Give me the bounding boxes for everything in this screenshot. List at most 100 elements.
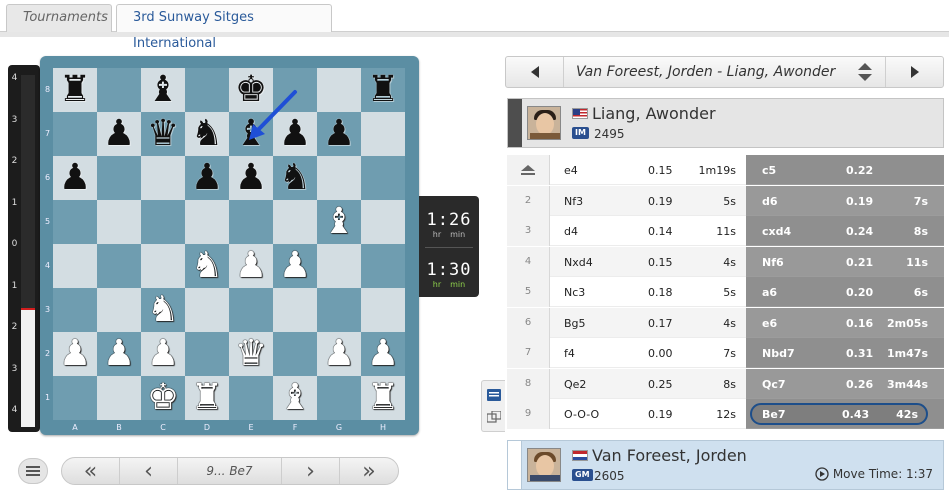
square-h8[interactable]: ♜: [361, 68, 405, 112]
square-f8[interactable]: [273, 68, 317, 112]
black-move-cell[interactable]: Qc7 0.26 3m44s: [746, 368, 944, 399]
square-f7[interactable]: ♟: [273, 112, 317, 156]
square-b2[interactable]: ♟: [97, 332, 141, 376]
square-g1[interactable]: [317, 376, 361, 420]
square-a1[interactable]: [53, 376, 97, 420]
square-g5[interactable]: ♝: [317, 200, 361, 244]
tab-tournament-sitges[interactable]: 3rd Sunway Sitges International: [116, 4, 332, 51]
square-g4[interactable]: [317, 244, 361, 288]
white-pawn-icon[interactable]: ♟: [279, 248, 311, 284]
square-b4[interactable]: [97, 244, 141, 288]
black-pawn-icon[interactable]: ♟: [235, 160, 267, 196]
black-move-cell[interactable]: Nf6 0.21 11s: [746, 246, 944, 277]
window-swap-icon[interactable]: [487, 411, 501, 423]
white-king-icon[interactable]: ♚: [147, 380, 179, 416]
square-h2[interactable]: ♟: [361, 332, 405, 376]
first-move-button[interactable]: «: [62, 458, 120, 484]
next-move-button[interactable]: ›: [282, 458, 340, 484]
black-pawn-icon[interactable]: ♟: [59, 160, 91, 196]
square-f3[interactable]: [273, 288, 317, 332]
black-rook-icon[interactable]: ♜: [59, 72, 91, 108]
previous-move-button[interactable]: ‹: [120, 458, 178, 484]
white-move-cell[interactable]: O-O-O 0.19 12s: [550, 399, 746, 429]
square-d2[interactable]: [185, 332, 229, 376]
square-e3[interactable]: [229, 288, 273, 332]
black-move-cell[interactable]: Nbd7 0.31 1m47s: [746, 338, 944, 368]
white-bishop-icon[interactable]: ♝: [279, 380, 311, 416]
square-h1[interactable]: ♜: [361, 376, 405, 420]
black-pawn-icon[interactable]: ♟: [323, 116, 355, 152]
square-c6[interactable]: [141, 156, 185, 200]
square-e6[interactable]: ♟: [229, 156, 273, 200]
white-pawn-icon[interactable]: ♟: [367, 336, 399, 372]
square-e1[interactable]: [229, 376, 273, 420]
chessboard[interactable]: ♜ ♝ ♚ ♜ ♟ ♛ ♞ ♝ ♟ ♟ ♟ ♟ ♟ ♞ ♝ ♞ ♟ ♟ ♞ ♟ ♟ ♟ ♛ ♟ ♟ ♚ ♜ ♝ ♜: [53, 68, 405, 420]
square-f6[interactable]: ♞: [273, 156, 317, 200]
square-e5[interactable]: [229, 200, 273, 244]
white-pawn-icon[interactable]: ♟: [103, 336, 135, 372]
square-d1[interactable]: ♜: [185, 376, 229, 420]
square-b5[interactable]: [97, 200, 141, 244]
square-c3[interactable]: ♞: [141, 288, 185, 332]
square-b3[interactable]: [97, 288, 141, 332]
white-move-cell[interactable]: Nc3 0.18 5s: [550, 277, 746, 307]
square-a3[interactable]: [53, 288, 97, 332]
square-e2[interactable]: ♛: [229, 332, 273, 376]
square-c4[interactable]: [141, 244, 185, 288]
square-b8[interactable]: [97, 68, 141, 112]
square-b1[interactable]: [97, 376, 141, 420]
next-game-button[interactable]: [885, 57, 943, 87]
last-move-button[interactable]: »: [340, 458, 398, 484]
previous-game-button[interactable]: [506, 57, 564, 87]
black-knight-icon[interactable]: ♞: [191, 116, 223, 152]
white-bishop-icon[interactable]: ♝: [323, 204, 355, 240]
square-g6[interactable]: [317, 156, 361, 200]
square-h6[interactable]: [361, 156, 405, 200]
square-f1[interactable]: ♝: [273, 376, 317, 420]
white-move-cell[interactable]: e4 0.15 1m19s: [550, 155, 746, 185]
black-pawn-icon[interactable]: ♟: [191, 160, 223, 196]
black-pawn-icon[interactable]: ♟: [279, 116, 311, 152]
square-h7[interactable]: [361, 112, 405, 156]
black-knight-icon[interactable]: ♞: [279, 160, 311, 196]
menu-button[interactable]: [18, 458, 48, 484]
square-c5[interactable]: [141, 200, 185, 244]
sort-updown-icon[interactable]: [857, 61, 873, 83]
square-f2[interactable]: [273, 332, 317, 376]
square-c1[interactable]: ♚: [141, 376, 185, 420]
square-c8[interactable]: ♝: [141, 68, 185, 112]
white-move-cell[interactable]: f4 0.00 7s: [550, 338, 746, 368]
square-h5[interactable]: [361, 200, 405, 244]
white-pawn-icon[interactable]: ♟: [235, 248, 267, 284]
square-g3[interactable]: [317, 288, 361, 332]
square-a8[interactable]: ♜: [53, 68, 97, 112]
white-knight-icon[interactable]: ♞: [147, 292, 179, 328]
square-d8[interactable]: [185, 68, 229, 112]
square-g8[interactable]: [317, 68, 361, 112]
list-view-icon[interactable]: [487, 389, 501, 401]
square-f4[interactable]: ♟: [273, 244, 317, 288]
square-e4[interactable]: ♟: [229, 244, 273, 288]
square-h3[interactable]: [361, 288, 405, 332]
square-c2[interactable]: ♟: [141, 332, 185, 376]
square-d7[interactable]: ♞: [185, 112, 229, 156]
game-title[interactable]: Van Foreest, Jorden - Liang, Awonder: [576, 64, 835, 80]
square-b6[interactable]: [97, 156, 141, 200]
black-move-cell[interactable]: e6 0.16 2m05s: [746, 307, 944, 338]
white-rook-icon[interactable]: ♜: [191, 380, 223, 416]
square-f5[interactable]: [273, 200, 317, 244]
black-rook-icon[interactable]: ♜: [367, 72, 399, 108]
square-e7[interactable]: ♝: [229, 112, 273, 156]
square-a4[interactable]: [53, 244, 97, 288]
square-c7[interactable]: ♛: [141, 112, 185, 156]
square-h4[interactable]: [361, 244, 405, 288]
white-pawn-icon[interactable]: ♟: [147, 336, 179, 372]
square-d3[interactable]: [185, 288, 229, 332]
black-move-cell[interactable]: c5 0.22: [746, 155, 944, 185]
black-king-icon[interactable]: ♚: [235, 72, 267, 108]
square-a5[interactable]: [53, 200, 97, 244]
white-move-cell[interactable]: Nf3 0.19 5s: [550, 185, 746, 216]
white-move-cell[interactable]: Qe2 0.25 8s: [550, 368, 746, 399]
black-queen-icon[interactable]: ♛: [147, 116, 179, 152]
square-e8[interactable]: ♚: [229, 68, 273, 112]
